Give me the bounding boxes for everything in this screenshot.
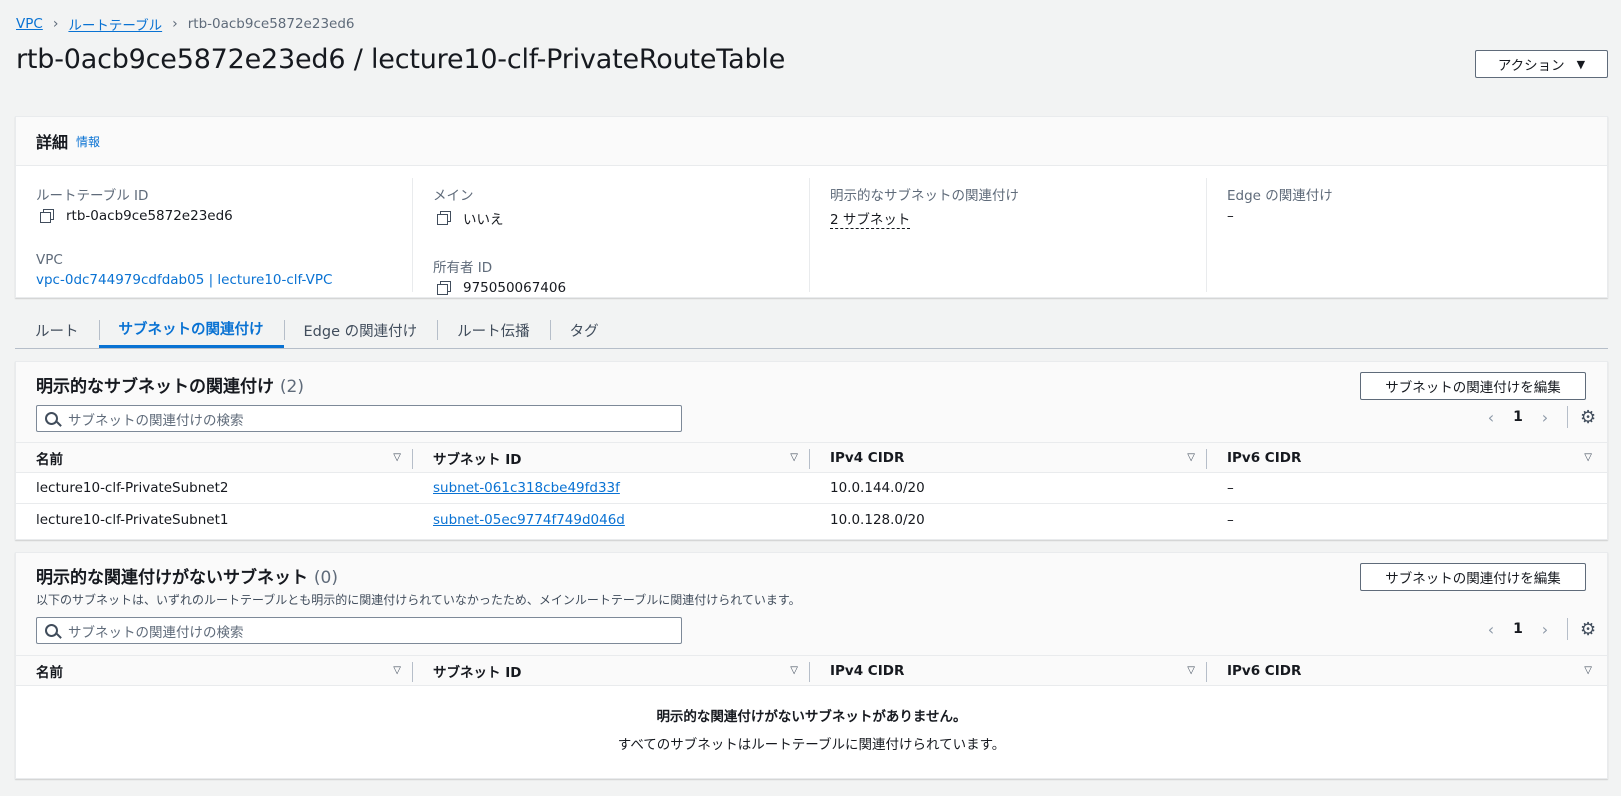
cell-ipv4: 10.0.144.0/20 [830, 480, 925, 496]
vpc-link[interactable]: vpc-0dc744979cdfdab05 | lecture10-clf-VP… [36, 272, 332, 288]
breadcrumb-current: rtb-0acb9ce5872e23ed6 [187, 16, 355, 32]
unassociated-count: (0) [313, 568, 339, 588]
breadcrumb-vpc[interactable]: VPC [16, 16, 43, 32]
column-subnet-id[interactable]: サブネット ID ▽ [413, 656, 810, 685]
page-title: rtb-0acb9ce5872e23ed6 / lecture10-clf-Pr… [16, 44, 786, 75]
edge-association-label: Edge の関連付け [1227, 188, 1333, 204]
column-ipv4-cidr[interactable]: IPv4 CIDR ▽ [810, 443, 1207, 472]
tab-edge-associations[interactable]: Edge の関連付け [283, 312, 438, 348]
details-column-2: メイン いいえ 所有者 ID 975050067406 [413, 178, 810, 296]
owner-id-value: 975050067406 [463, 280, 567, 296]
chevron-right-icon: › [172, 16, 178, 32]
column-name[interactable]: 名前 ▽ [16, 656, 413, 685]
empty-state: 明示的な関連付けがないサブネットがありません。 すべてのサブネットはルートテーブ… [16, 705, 1607, 753]
sort-icon: ▽ [393, 452, 401, 463]
chevron-right-icon[interactable]: › [1535, 408, 1555, 427]
column-ipv4-cidr[interactable]: IPv4 CIDR ▽ [810, 656, 1207, 685]
route-table-id-value: rtb-0acb9ce5872e23ed6 [66, 208, 233, 224]
gear-icon[interactable]: ⚙ [1580, 619, 1596, 640]
pagination: ‹ 1 › ⚙ [1481, 618, 1596, 640]
details-column-3: 明示的なサブネットの関連付け 2 サブネット [810, 178, 1207, 292]
gear-icon[interactable]: ⚙ [1580, 407, 1596, 428]
table-row: lecture10-clf-PrivateSubnet2 subnet-061c… [16, 473, 1607, 504]
details-column-1: ルートテーブル ID rtb-0acb9ce5872e23ed6 VPC vpc… [16, 178, 413, 292]
details-heading: 詳細 [36, 133, 69, 152]
subnet-id-link[interactable]: subnet-061c318cbe49fd33f [433, 480, 620, 496]
details-panel: 詳細 情報 ルートテーブル ID rtb-0acb9ce5872e23ed6 V… [15, 116, 1608, 298]
sort-icon: ▽ [1187, 665, 1195, 676]
search-placeholder: サブネットの関連付けの検索 [68, 412, 244, 429]
column-ipv6-cidr[interactable]: IPv6 CIDR ▽ [1207, 443, 1604, 472]
column-ipv6-cidr[interactable]: IPv6 CIDR ▽ [1207, 656, 1604, 685]
actions-button[interactable]: アクション ▼ [1475, 50, 1608, 78]
tab-route-propagation[interactable]: ルート伝播 [437, 312, 550, 348]
details-column-4: Edge の関連付け – [1207, 178, 1604, 292]
unassociated-description: 以下のサブネットは、いずれのルートテーブルとも明示的に関連付けられていなかったた… [36, 593, 801, 607]
search-icon [45, 624, 58, 637]
cell-ipv6: – [1227, 511, 1234, 528]
edit-subnet-associations-button[interactable]: サブネットの関連付けを編集 [1360, 563, 1586, 591]
empty-title: 明示的な関連付けがないサブネットがありません。 [656, 709, 967, 725]
cell-ipv4: 10.0.128.0/20 [830, 511, 925, 528]
tab-subnet-associations[interactable]: サブネットの関連付け [98, 312, 284, 348]
explicit-associations-title: 明示的なサブネットの関連付け (2) [36, 377, 305, 397]
main-label: メイン [433, 188, 474, 204]
search-input[interactable]: サブネットの関連付けの検索 [36, 405, 682, 432]
unassociated-title: 明示的な関連付けがないサブネット (0) [36, 568, 339, 588]
page-number[interactable]: 1 [1501, 621, 1535, 637]
vpc-label: VPC [36, 252, 63, 268]
breadcrumb-route-tables[interactable]: ルートテーブル [68, 14, 162, 34]
cell-name: lecture10-clf-PrivateSubnet2 [36, 480, 229, 496]
chevron-right-icon[interactable]: › [1535, 620, 1555, 639]
sort-icon: ▽ [1584, 452, 1592, 463]
pagination: ‹ 1 › ⚙ [1481, 406, 1596, 428]
edge-association-value: – [1227, 208, 1234, 224]
table-row: lecture10-clf-PrivateSubnet1 subnet-05ec… [16, 504, 1607, 535]
sort-icon: ▽ [393, 665, 401, 676]
info-link[interactable]: 情報 [76, 133, 100, 150]
cell-name: lecture10-clf-PrivateSubnet1 [36, 511, 229, 528]
caret-down-icon: ▼ [1576, 57, 1586, 71]
breadcrumb: VPC › ルートテーブル › rtb-0acb9ce5872e23ed6 [16, 14, 355, 34]
table-header: 名前 ▽ サブネット ID ▽ IPv4 CIDR ▽ IPv6 CIDR ▽ [16, 442, 1607, 473]
subnet-id-link[interactable]: subnet-05ec9774f749d046d [433, 512, 625, 528]
explicit-associations-panel: 明示的なサブネットの関連付け (2) サブネットの関連付けを編集 サブネットの関… [15, 361, 1608, 540]
tab-routes[interactable]: ルート [15, 312, 99, 348]
main-value: いいえ [463, 212, 504, 228]
explicit-subnet-label: 明示的なサブネットの関連付け [830, 188, 1019, 204]
sort-icon: ▽ [790, 452, 798, 463]
chevron-right-icon: › [52, 16, 59, 32]
copy-icon[interactable] [437, 211, 451, 225]
actions-label: アクション [1497, 58, 1565, 74]
empty-description: すべてのサブネットはルートテーブルに関連付けられています。 [617, 737, 1006, 753]
search-placeholder: サブネットの関連付けの検索 [68, 624, 244, 641]
tab-bar: ルート サブネットの関連付け Edge の関連付け ルート伝播 タグ [15, 312, 1608, 349]
search-icon [45, 412, 58, 425]
chevron-left-icon[interactable]: ‹ [1481, 408, 1501, 427]
sort-icon: ▽ [1584, 665, 1592, 676]
sort-icon: ▽ [790, 665, 798, 676]
tab-tags[interactable]: タグ [549, 312, 619, 348]
copy-icon[interactable] [40, 209, 54, 223]
explicit-count: (2) [279, 377, 305, 397]
page-number[interactable]: 1 [1501, 409, 1535, 425]
column-name[interactable]: 名前 ▽ [16, 443, 413, 472]
details-header: 詳細 情報 [16, 117, 1607, 166]
unassociated-subnets-panel: 明示的な関連付けがないサブネット (0) 以下のサブネットは、いずれのルートテー… [15, 552, 1608, 779]
explicit-subnet-value[interactable]: 2 サブネット [830, 208, 911, 229]
search-input[interactable]: サブネットの関連付けの検索 [36, 617, 682, 644]
table-header: 名前 ▽ サブネット ID ▽ IPv4 CIDR ▽ IPv6 CIDR ▽ [16, 655, 1607, 686]
chevron-left-icon[interactable]: ‹ [1481, 620, 1501, 639]
sort-icon: ▽ [1187, 452, 1195, 463]
owner-id-label: 所有者 ID [433, 260, 493, 276]
edit-subnet-associations-button[interactable]: サブネットの関連付けを編集 [1360, 372, 1586, 400]
route-table-id-label: ルートテーブル ID [36, 188, 149, 204]
copy-icon[interactable] [437, 281, 451, 295]
column-subnet-id[interactable]: サブネット ID ▽ [413, 443, 810, 472]
cell-ipv6: – [1227, 480, 1234, 496]
